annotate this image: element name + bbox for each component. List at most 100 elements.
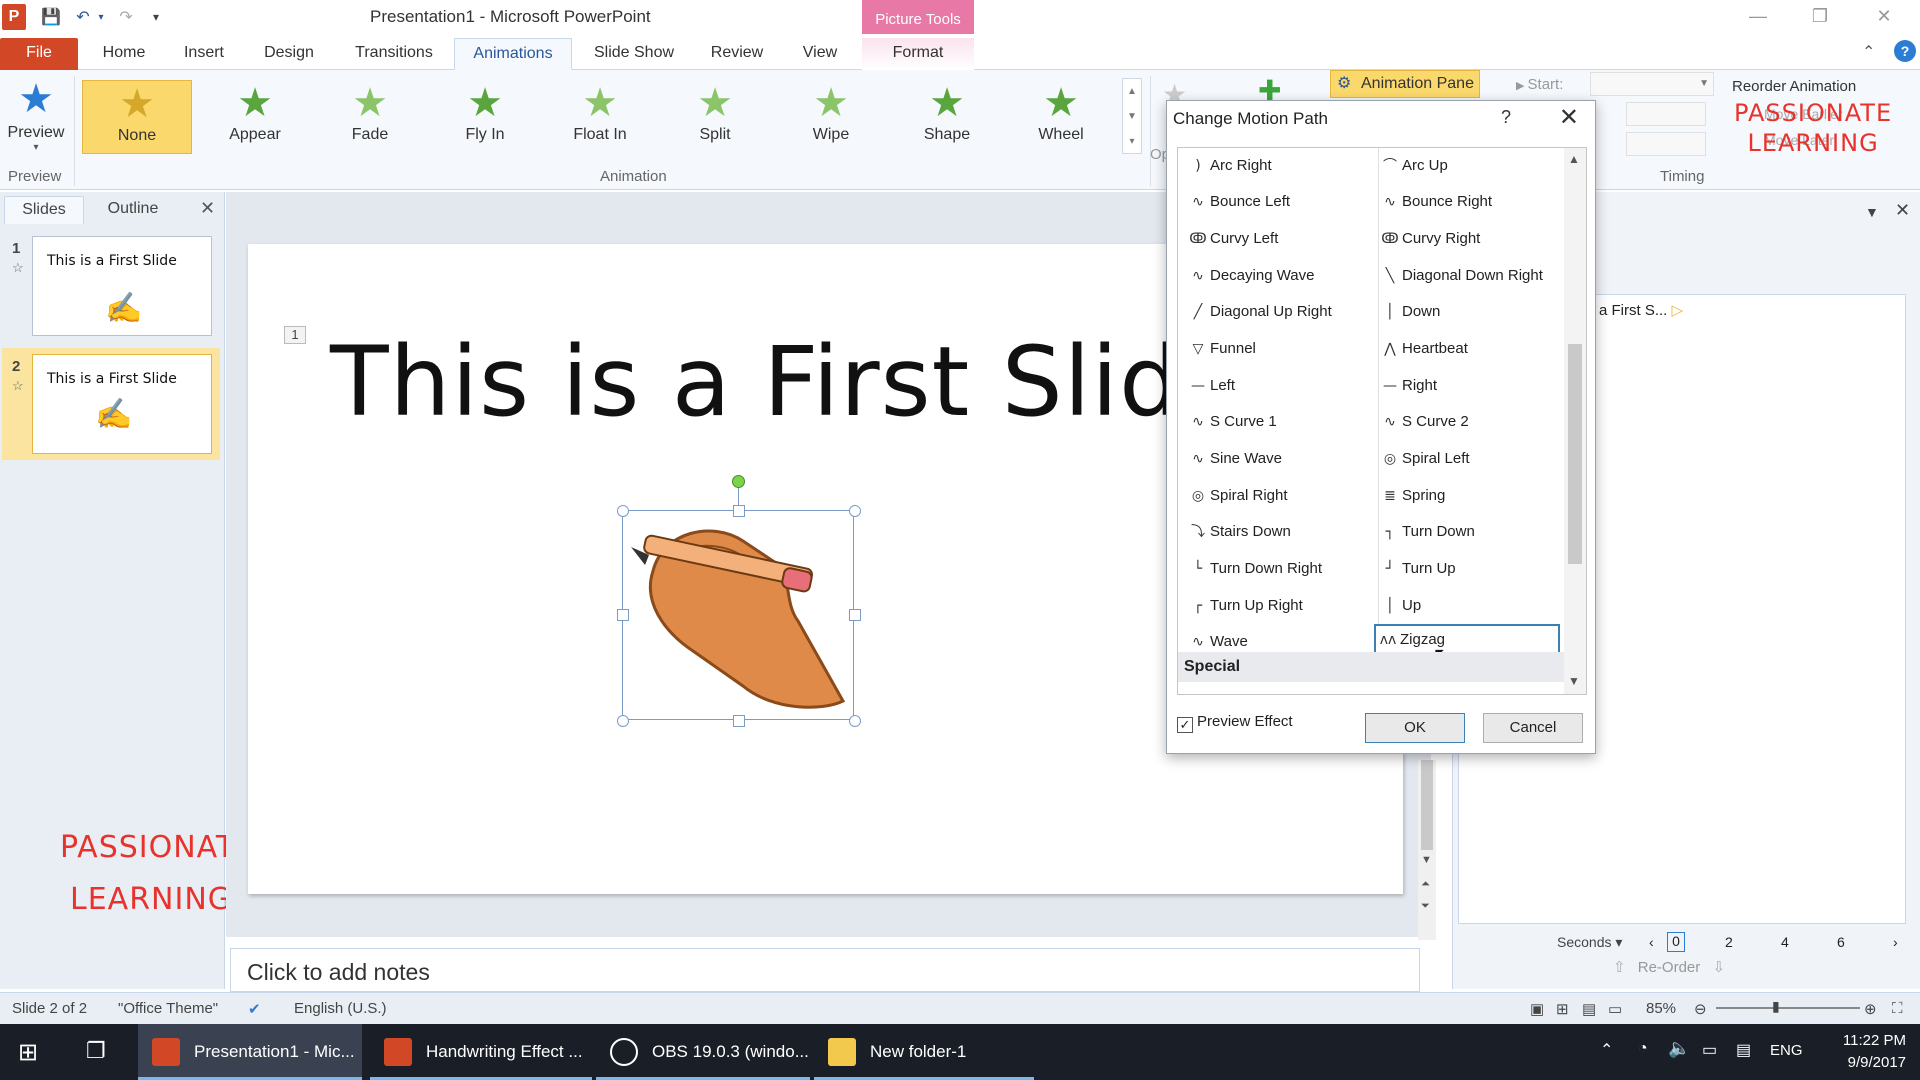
minimize-button[interactable]: — [1738,6,1778,30]
picture-selection-box[interactable] [617,475,861,727]
motion-path-up[interactable]: │ Up [1378,590,1421,622]
taskbar-item-obs[interactable]: OBS 19.0.3 (windo... [596,1024,810,1080]
close-dialog-button[interactable]: ✕ [1559,103,1579,132]
help-button[interactable]: ? [1501,107,1511,128]
cancel-button[interactable]: Cancel [1483,713,1583,743]
scrollbar-thumb[interactable] [1568,344,1582,564]
minimize-ribbon-icon[interactable]: ⌃ [1862,42,1875,62]
animation-fade[interactable]: ★ Fade [315,80,425,154]
rotation-handle[interactable] [732,475,745,488]
fit-to-window-icon[interactable]: ⛶ [1892,1000,1903,1017]
redo-icon[interactable]: ↷ [114,4,138,30]
slide-title[interactable]: This is a First Slide [330,326,1241,438]
resize-handle[interactable] [617,715,629,727]
animation-pane-button[interactable]: ⚙ Animation Pane [1330,70,1480,98]
tab-slides[interactable]: Slides [4,196,84,224]
motion-path-bounce-right[interactable]: ∿ Bounce Right [1378,186,1492,218]
restore-button[interactable]: ❐ [1800,6,1840,30]
move-down-icon[interactable]: ⇩ [1712,959,1725,976]
animation-appear[interactable]: ★ Appear [200,80,310,154]
preview-button[interactable]: ★ Preview ▾ [6,74,66,160]
animation-none[interactable]: ★ None [82,80,192,154]
slide-thumbnail-2[interactable]: This is a First Slide ✍ [32,354,212,454]
animation-wheel[interactable]: ★ Wheel [1006,80,1116,154]
close-window-button[interactable]: ✕ [1864,6,1904,30]
close-panel-icon[interactable]: ✕ [200,198,215,219]
tab-view[interactable]: View [790,38,850,70]
motion-path-spring[interactable]: ≣ Spring [1378,480,1445,512]
gallery-scroll[interactable]: ▲ ▼ ▾ [1122,78,1142,154]
motion-path-heartbeat[interactable]: ⋀ Heartbeat [1378,333,1468,365]
tab-insert[interactable]: Insert [174,38,234,70]
motion-path-left[interactable]: — Left [1186,370,1235,402]
customize-qat-icon[interactable]: ▾ [146,4,166,30]
motion-path-funnel[interactable]: ▽ Funnel [1186,333,1256,365]
resize-handle[interactable] [733,715,745,727]
tab-design[interactable]: Design [254,38,324,70]
powerpoint-app-icon[interactable]: P [2,4,26,30]
save-icon[interactable]: 💾 [38,4,64,30]
motion-path-diagonal-up-right[interactable]: ╱ Diagonal Up Right [1186,296,1332,328]
reading-view-icon[interactable]: ▤ [1582,1000,1596,1018]
tab-animations[interactable]: Animations [454,38,572,70]
resize-handle[interactable] [617,505,629,517]
ok-button[interactable]: OK [1365,713,1465,743]
tab-outline[interactable]: Outline [88,196,178,224]
motion-path-diagonal-down-right[interactable]: ╲ Diagonal Down Right [1378,260,1543,292]
motion-path-stairs-down[interactable]: ⤵ Stairs Down [1186,516,1291,548]
notes-pane[interactable]: Click to add notes [230,948,1420,992]
slide-thumbnail-1[interactable]: This is a First Slide ✍ [32,236,212,336]
scrollbar-thumb[interactable] [1421,760,1433,850]
animation-float-in[interactable]: ★ Float In [545,80,655,154]
pane-options-icon[interactable]: ▼ [1865,204,1879,220]
resize-handle[interactable] [849,715,861,727]
show-hidden-icons[interactable]: ⌃ [1600,1040,1613,1060]
duration-input[interactable] [1626,102,1706,126]
slideshow-view-icon[interactable]: ▭ [1608,1000,1622,1018]
motion-path-spiral-right[interactable]: ◎ Spiral Right [1186,480,1288,512]
windows-start-icon[interactable]: ⊞ [18,1038,38,1067]
motion-path-bounce-left[interactable]: ∿ Bounce Left [1186,186,1290,218]
motion-path-right[interactable]: — Right [1378,370,1437,402]
taskbar-item-folder[interactable]: New folder-1 [814,1024,1034,1080]
zoom-slider[interactable] [1716,1007,1860,1009]
resize-handle[interactable] [849,505,861,517]
motion-path-curvy-right[interactable]: ↂ Curvy Right [1378,223,1480,255]
motion-path-s-curve-2[interactable]: ∿ S Curve 2 [1378,406,1469,438]
motion-path-turn-down-right[interactable]: └ Turn Down Right [1186,553,1322,585]
timeline-right-icon[interactable]: › [1893,934,1898,950]
scroll-down-icon[interactable]: ▼ [1568,674,1580,688]
start-dropdown[interactable]: ▼ [1590,72,1714,96]
zoom-slider-thumb[interactable]: ▮ [1772,998,1780,1015]
next-slide-icon[interactable]: ⏷ [1421,900,1430,913]
language[interactable]: English (U.S.) [294,1000,387,1017]
animation-wipe[interactable]: ★ Wipe [776,80,886,154]
animation-list-item[interactable]: a First S... ▷ [1599,301,1683,319]
tab-transitions[interactable]: Transitions [344,38,444,70]
motion-path-turn-down[interactable]: ┐ Turn Down [1378,516,1475,548]
animation-number-badge[interactable]: 1 [284,326,306,344]
zoom-level[interactable]: 85% [1646,1000,1676,1017]
motion-path-down[interactable]: │ Down [1378,296,1441,328]
motion-path-sine-wave[interactable]: ∿ Sine Wave [1186,443,1282,475]
preview-effect-checkbox[interactable]: ✓ Preview Effect [1177,713,1293,733]
normal-view-icon[interactable]: ▣ [1530,1000,1544,1018]
tab-file[interactable]: File [0,38,78,70]
tab-slide-show[interactable]: Slide Show [584,38,684,70]
resize-handle[interactable] [617,609,629,621]
input-language[interactable]: ENG [1770,1042,1803,1059]
help-icon[interactable]: ? [1894,40,1916,62]
slide-scrollbar[interactable]: ▼ ⏶ ⏷ [1418,760,1436,940]
tab-home[interactable]: Home [94,38,154,70]
move-up-icon[interactable]: ⇧ [1613,959,1626,976]
previous-slide-icon[interactable]: ⏶ [1421,878,1430,891]
motion-path-arc-up[interactable]: ⌒ Arc Up [1378,150,1448,182]
motion-path-spiral-left[interactable]: ◎ Spiral Left [1378,443,1470,475]
motion-path-turn-up-right[interactable]: ┌ Turn Up Right [1186,590,1303,622]
motion-path-turn-up[interactable]: ┘ Turn Up [1378,553,1456,585]
taskbar-item-handwriting[interactable]: Handwriting Effect ... [370,1024,592,1080]
scroll-down-icon[interactable]: ▼ [1421,854,1432,866]
animation-fly-in[interactable]: ★ Fly In [430,80,540,154]
animation-split[interactable]: ★ Split [660,80,770,154]
resize-handle[interactable] [733,505,745,517]
